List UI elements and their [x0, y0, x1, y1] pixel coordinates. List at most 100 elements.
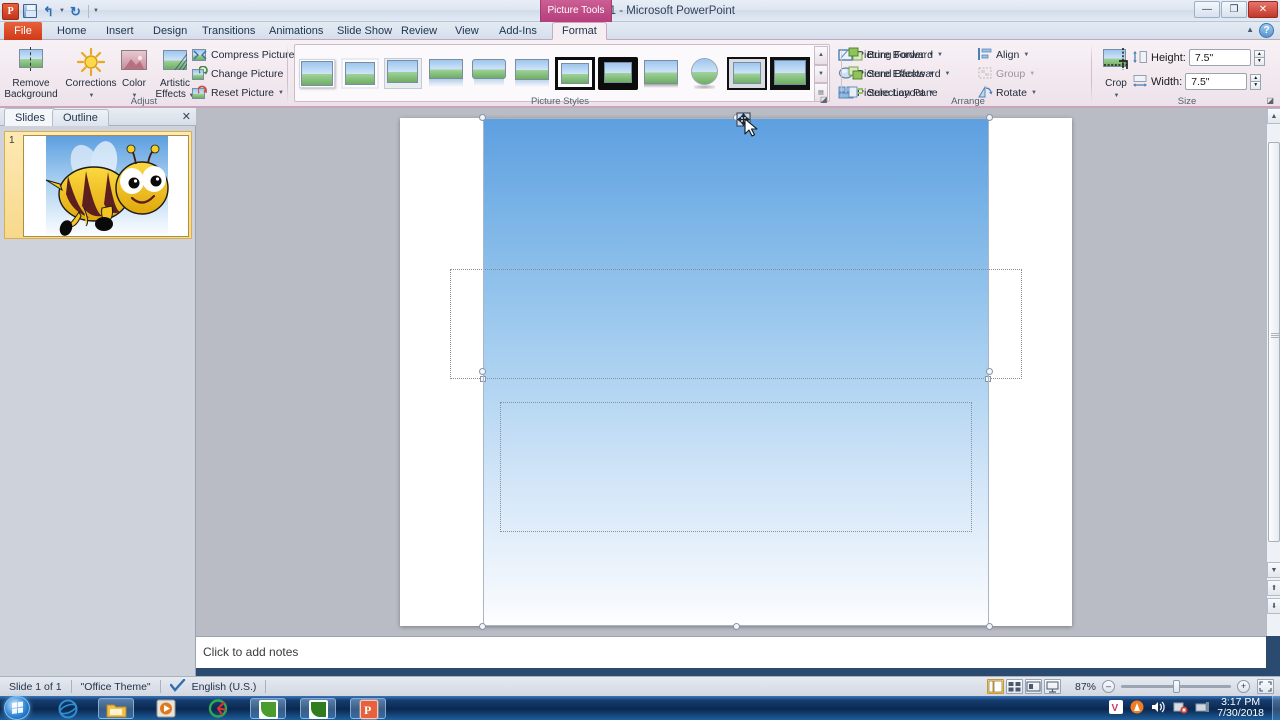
language[interactable]: English (U.S.): [190, 677, 266, 697]
taskbar[interactable]: P V 3:17 PM 7/30/2018: [0, 696, 1280, 720]
scroll-up-icon[interactable]: ▲: [1267, 108, 1280, 124]
media-device-icon[interactable]: [1195, 700, 1210, 717]
picture-style-3[interactable]: [383, 57, 423, 90]
previous-slide-icon[interactable]: ⬆: [1267, 580, 1280, 596]
picture-style-11[interactable]: [727, 56, 767, 90]
next-slide-icon[interactable]: ⬇: [1267, 598, 1280, 614]
slides-pane-tabs[interactable]: Slides Outline ✕: [0, 108, 196, 126]
tab-outline[interactable]: Outline: [52, 109, 109, 126]
zoom-level[interactable]: 87%: [1069, 677, 1102, 697]
tab-design[interactable]: Design: [144, 22, 196, 40]
ribbon-tab-row[interactable]: File Home Insert Design Transitions Anim…: [0, 22, 1280, 40]
tab-home[interactable]: Home: [48, 22, 95, 40]
slide-editing-area[interactable]: [196, 108, 1266, 636]
rotate-dropdown-icon[interactable]: ▼: [1031, 90, 1037, 96]
bring-forward-dropdown-icon[interactable]: ▼: [937, 52, 943, 58]
help-icon[interactable]: ?: [1259, 23, 1274, 38]
taskbar-cd-burner[interactable]: [200, 698, 236, 719]
align-dropdown-icon[interactable]: ▼: [1023, 52, 1029, 58]
zoom-slider[interactable]: [1121, 680, 1231, 693]
zoom-slider-knob[interactable]: [1173, 680, 1180, 693]
taskbar-camtasia-recorder[interactable]: [300, 698, 336, 719]
color-button[interactable]: Color ▼: [117, 44, 151, 101]
tab-slide-show[interactable]: Slide Show: [328, 22, 401, 40]
change-picture-button[interactable]: Change Picture: [192, 65, 300, 82]
zoom-in-button[interactable]: +: [1237, 680, 1250, 693]
minimize-button[interactable]: —: [1194, 1, 1220, 18]
height-stepper-up-icon[interactable]: ▲: [1253, 49, 1265, 58]
reset-picture-dropdown-icon[interactable]: ▼: [278, 90, 284, 96]
picture-style-7[interactable]: [555, 56, 595, 90]
bring-forward-button[interactable]: Bring Forward ▼: [848, 46, 951, 63]
group-dropdown-icon[interactable]: ▼: [1029, 71, 1035, 77]
zoom-out-button[interactable]: –: [1102, 680, 1115, 693]
tab-animations[interactable]: Animations: [260, 22, 332, 40]
taskbar-windows-explorer[interactable]: [98, 698, 134, 719]
picture-style-9[interactable]: [641, 57, 681, 90]
taskbar-media-player[interactable]: [148, 698, 184, 719]
spellcheck-icon[interactable]: [161, 677, 190, 697]
width-input[interactable]: 7.5": [1185, 73, 1248, 90]
remove-background-button[interactable]: Remove Background: [2, 44, 60, 100]
picture-style-5[interactable]: [469, 57, 509, 90]
tab-format[interactable]: Format: [552, 22, 607, 40]
reading-view-button[interactable]: [1024, 679, 1042, 694]
gallery-scrollbar[interactable]: ▲ ▼ ▤: [814, 46, 828, 103]
notes-pane[interactable]: Click to add notes: [196, 636, 1266, 668]
group-button[interactable]: Group ▼: [977, 65, 1037, 82]
system-tray[interactable]: V 3:17 PM 7/30/2018: [1103, 696, 1270, 720]
subtitle-placeholder-box[interactable]: [500, 402, 972, 532]
width-stepper[interactable]: ▲ ▼: [1250, 73, 1262, 90]
close-button[interactable]: ✕: [1248, 1, 1278, 18]
gallery-scroll-down-icon[interactable]: ▼: [814, 64, 828, 84]
taskbar-powerpoint[interactable]: P: [350, 698, 386, 720]
slide-show-button[interactable]: [1043, 679, 1061, 694]
avast-icon[interactable]: [1130, 700, 1144, 717]
taskbar-internet-explorer[interactable]: [50, 698, 86, 719]
network-error-icon[interactable]: [1173, 700, 1188, 717]
tab-review[interactable]: Review: [392, 22, 446, 40]
picture-style-6[interactable]: [512, 57, 552, 90]
theme-name[interactable]: "Office Theme": [72, 677, 160, 697]
slide-thumbnail-1[interactable]: 1: [4, 131, 192, 239]
send-backward-button[interactable]: Send Backward ▼: [848, 65, 951, 82]
title-placeholder-box[interactable]: [450, 269, 1022, 379]
picture-style-2[interactable]: [340, 57, 380, 90]
picture-style-10[interactable]: [684, 57, 724, 90]
picture-style-8[interactable]: [598, 56, 638, 90]
tab-transitions[interactable]: Transitions: [193, 22, 264, 40]
window-controls[interactable]: — ❐ ✕: [1194, 1, 1278, 18]
tab-view[interactable]: View: [446, 22, 488, 40]
height-stepper-down-icon[interactable]: ▼: [1253, 57, 1265, 66]
gallery-scroll-up-icon[interactable]: ▲: [814, 46, 828, 65]
crop-button[interactable]: Crop ▼: [1098, 44, 1134, 101]
close-pane-icon[interactable]: ✕: [182, 110, 191, 123]
slide-sorter-button[interactable]: [1005, 679, 1023, 694]
scrollbar-thumb[interactable]: [1268, 142, 1280, 542]
height-stepper[interactable]: ▲ ▼: [1253, 49, 1265, 66]
tab-insert[interactable]: Insert: [97, 22, 143, 40]
height-input[interactable]: 7.5": [1188, 49, 1251, 66]
vlc-icon[interactable]: V: [1109, 699, 1124, 717]
taskbar-camtasia-editor[interactable]: [250, 698, 286, 719]
scroll-down-icon[interactable]: ▼: [1267, 562, 1280, 578]
restore-button[interactable]: ❐: [1221, 1, 1247, 18]
show-desktop-button[interactable]: [1272, 696, 1280, 720]
view-buttons[interactable]: [986, 679, 1069, 694]
picture-style-1[interactable]: [297, 57, 337, 90]
width-stepper-down-icon[interactable]: ▼: [1250, 81, 1262, 90]
tab-file[interactable]: File: [4, 22, 42, 40]
tab-add-ins[interactable]: Add-Ins: [490, 22, 546, 40]
tab-slides[interactable]: Slides: [4, 108, 56, 126]
picture-style-4[interactable]: [426, 57, 466, 90]
title-placeholder-handle-right[interactable]: [985, 376, 991, 382]
normal-view-button[interactable]: [986, 679, 1004, 694]
align-button[interactable]: Align ▼: [977, 46, 1037, 63]
title-placeholder-handle-left[interactable]: [480, 376, 486, 382]
picture-style-12[interactable]: [770, 56, 810, 90]
clock[interactable]: 3:17 PM 7/30/2018: [1217, 697, 1264, 719]
collapse-ribbon-icon[interactable]: ▲: [1246, 25, 1254, 34]
slide-vertical-scrollbar[interactable]: ▲ ▼ ⬆ ⬇: [1266, 108, 1280, 636]
send-backward-dropdown-icon[interactable]: ▼: [945, 71, 951, 77]
picture-styles-gallery[interactable]: ▲ ▼ ▤: [294, 44, 830, 103]
